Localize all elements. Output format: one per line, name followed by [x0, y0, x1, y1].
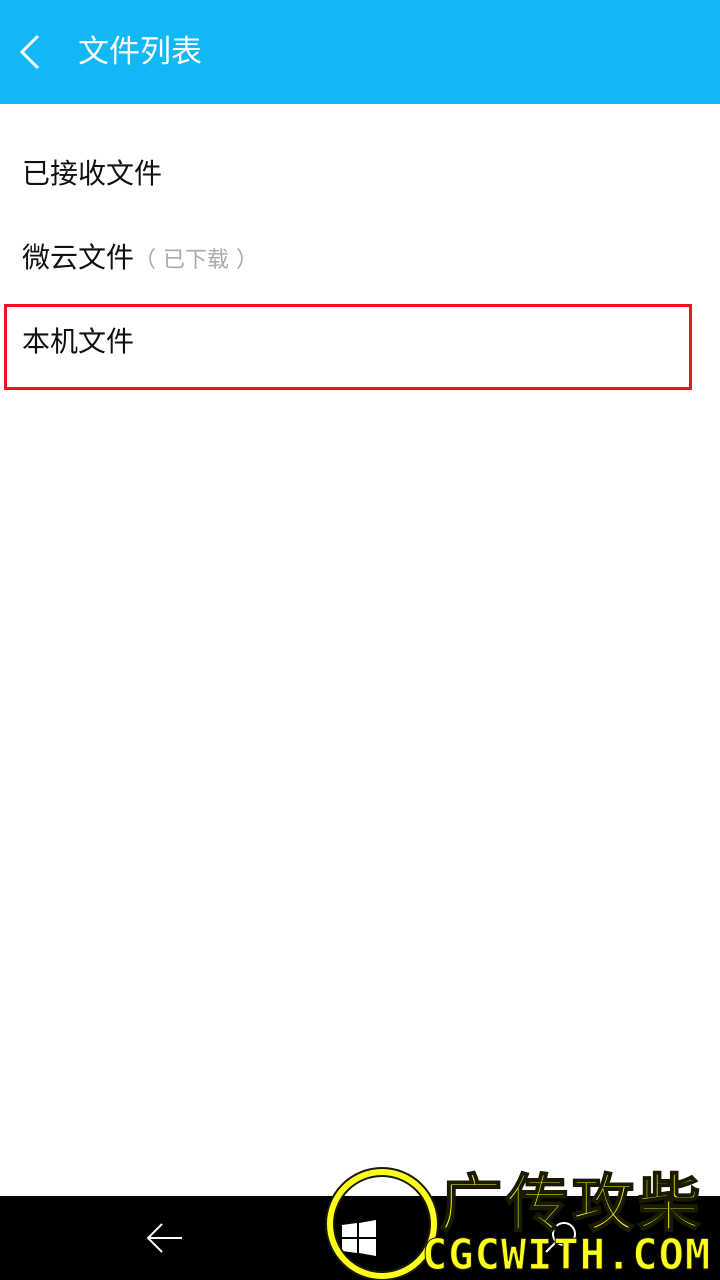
- arrow-left-icon: [146, 1223, 182, 1253]
- nav-back-button[interactable]: [140, 1214, 190, 1262]
- nav-home-button[interactable]: [336, 1214, 384, 1262]
- system-navigation-bar: [0, 1196, 720, 1280]
- list-item-local-files[interactable]: 本机文件: [0, 300, 720, 384]
- search-icon: [545, 1222, 576, 1253]
- list-item-label: 已接收文件: [22, 157, 163, 190]
- downloaded-note: （ 已下载 ）: [134, 248, 259, 273]
- chevron-left-icon: [19, 34, 40, 70]
- app-header: 文件列表: [0, 0, 720, 104]
- nav-search-button[interactable]: [538, 1214, 586, 1262]
- page-title: 文件列表: [78, 34, 202, 70]
- list-item-label: 本机文件: [22, 325, 135, 358]
- back-button[interactable]: [0, 18, 62, 86]
- windows-logo-icon: [342, 1220, 376, 1256]
- list-item-received-files[interactable]: 已接收文件: [0, 132, 720, 216]
- list-item-weiyun-files[interactable]: 微云文件（ 已下载 ）: [0, 216, 720, 300]
- list-item-label: 微云文件（ 已下载 ）: [22, 241, 259, 274]
